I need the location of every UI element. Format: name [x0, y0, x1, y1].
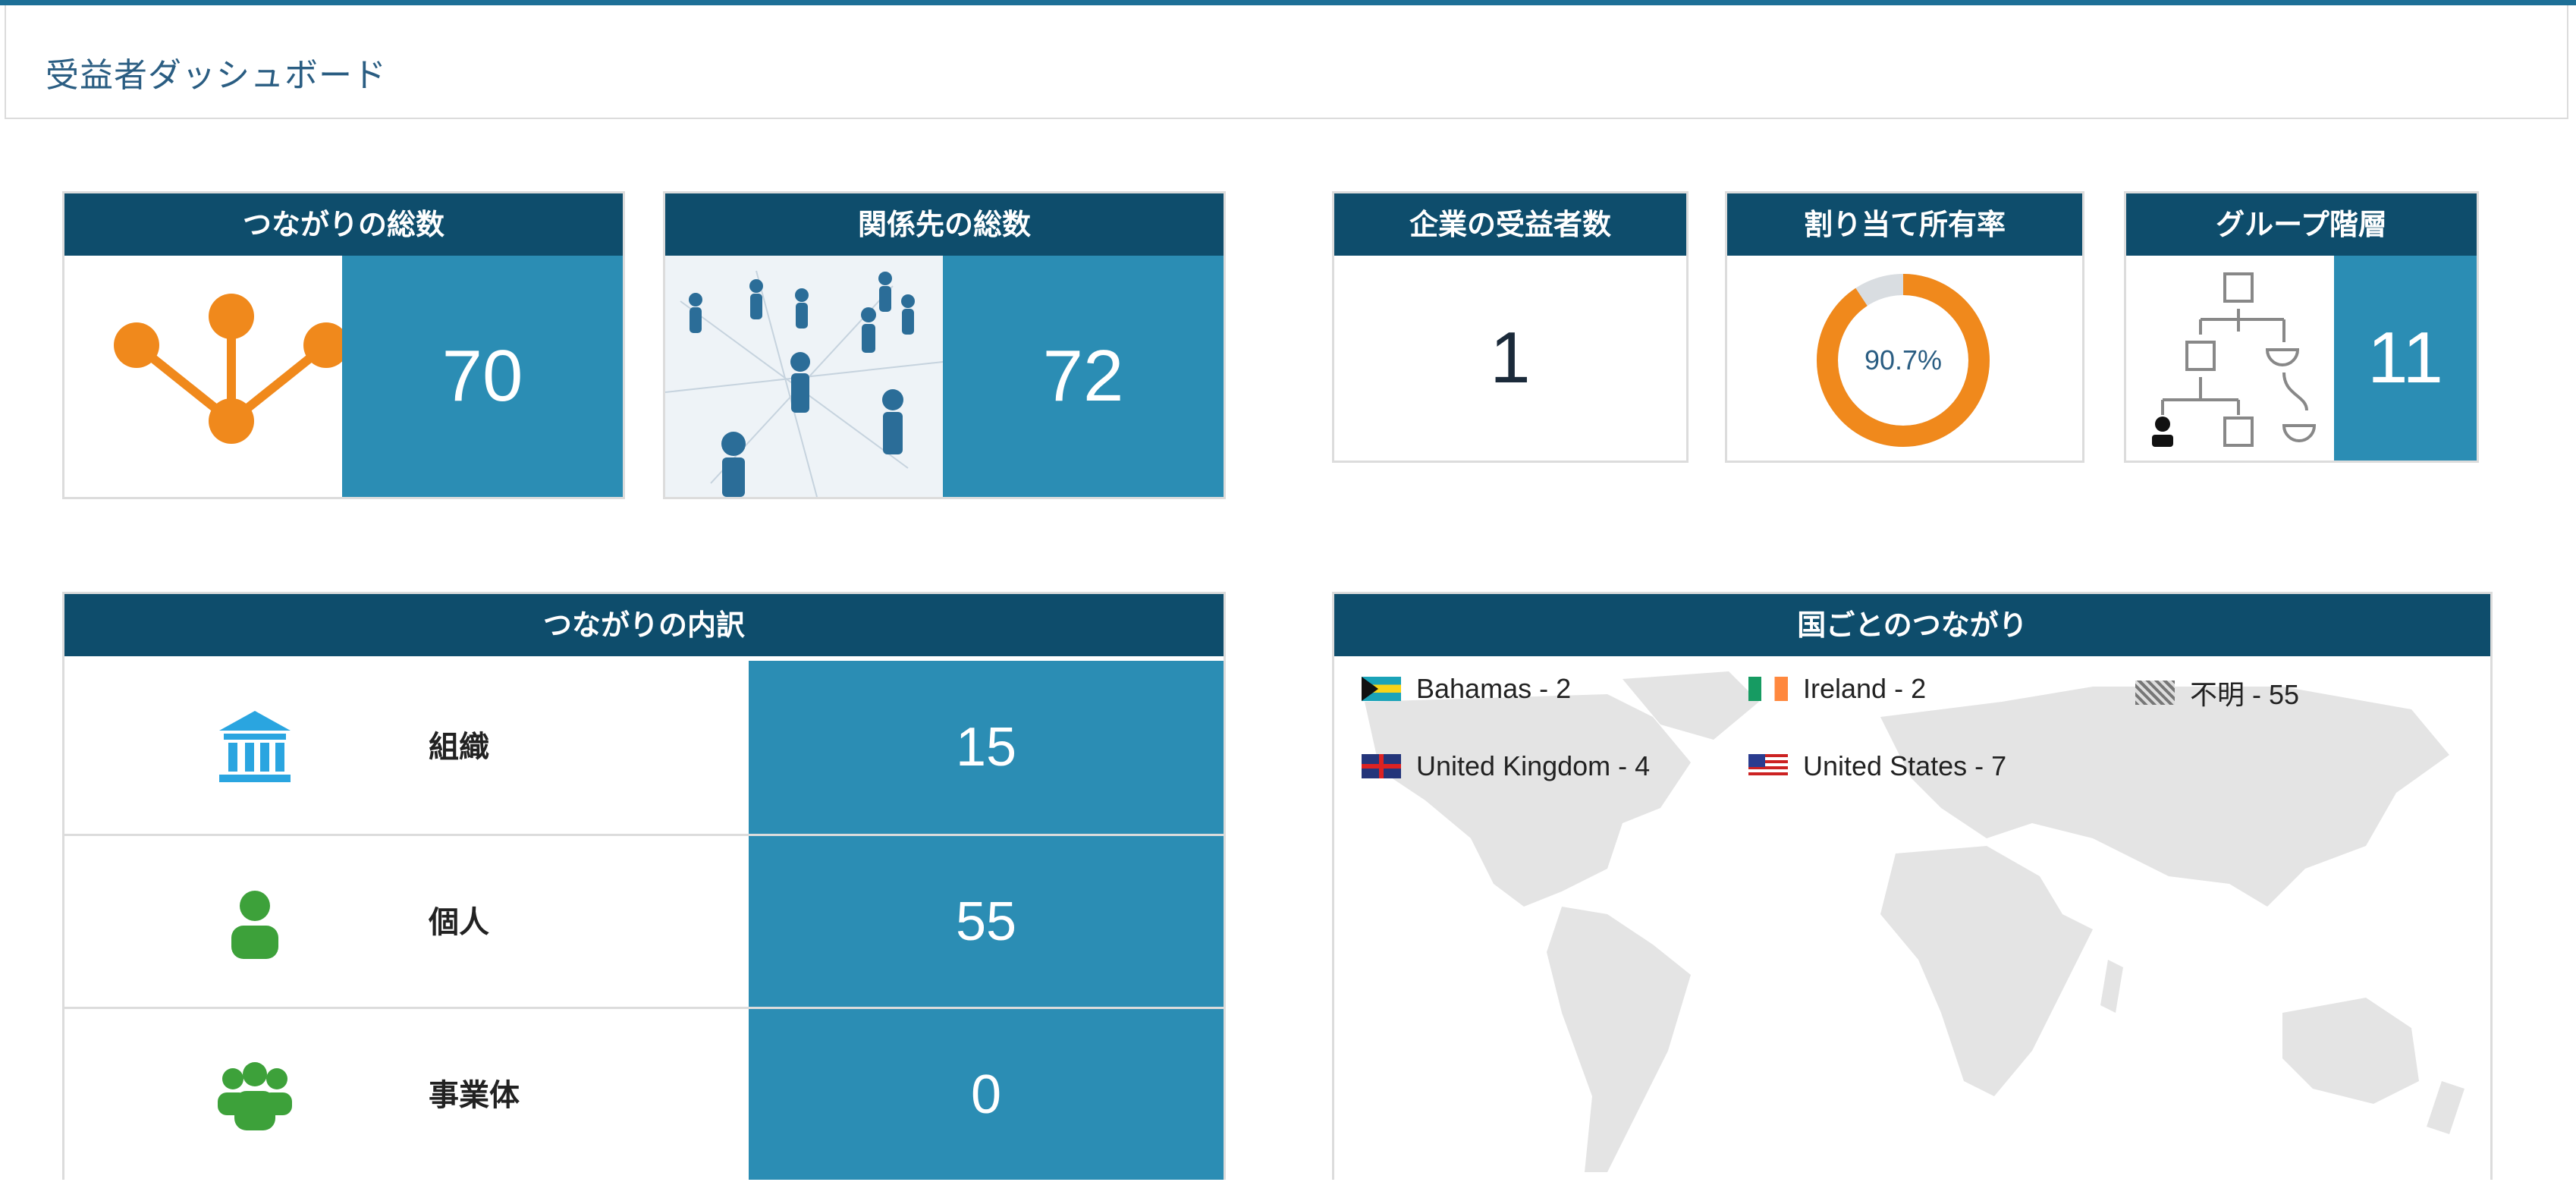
page-header: 受益者ダッシュボード [5, 5, 2568, 119]
breakdown-row-entity[interactable]: 事業体 0 [64, 1007, 1224, 1180]
row-label: 個人 [429, 905, 489, 940]
unknown-flag-icon [2135, 681, 2175, 705]
group-icon [218, 1062, 292, 1130]
world-map [1365, 671, 2464, 1172]
legend-label: United States - 7 [1803, 750, 2007, 781]
page-title: 受益者ダッシュボード [46, 56, 387, 95]
relations-total-value: 72 [943, 256, 1224, 497]
person-icon [231, 891, 278, 959]
row-value: 55 [749, 836, 1224, 1007]
connections-total-card[interactable]: つながりの総数 70 [62, 191, 625, 499]
us-flag-icon [1748, 754, 1788, 778]
connections-total-value: 70 [342, 256, 623, 497]
card-title: つながりの総数 [64, 193, 623, 256]
legend-item-bahamas[interactable]: Bahamas - 2 [1362, 673, 1571, 705]
bank-icon [219, 711, 291, 782]
breakdown-row-organization[interactable]: 組織 15 [64, 661, 1224, 834]
group-hierarchy-value: 11 [2334, 256, 2477, 461]
hierarchy-icon [2152, 272, 2317, 447]
legend-item-unknown[interactable]: 不明 - 55 [2135, 673, 2299, 712]
breakdown-row-individual[interactable]: 個人 55 [64, 834, 1224, 1007]
card-title: グループ階層 [2126, 193, 2477, 256]
card-title: つながりの内訳 [64, 594, 1224, 656]
donut-percent-label: 90.7% [1864, 344, 1942, 376]
allocated-ownership-card[interactable]: 割り当て所有率 90.7% [1725, 191, 2084, 463]
legend-label: 不明 - 55 [2190, 679, 2300, 710]
row-value: 15 [749, 661, 1224, 834]
corporate-beneficiaries-card[interactable]: 企業の受益者数 1 [1332, 191, 1689, 463]
row-label: 組織 [429, 730, 489, 765]
bahamas-flag-icon [1362, 677, 1401, 701]
ireland-flag-icon [1748, 677, 1788, 701]
card-title: 関係先の総数 [665, 193, 1224, 256]
connections-by-country-card: 国ごとのつながり Bahamas - 2 Ireland - 2 不明 - 55 [1332, 592, 2493, 1180]
ownership-donut-chart: 90.7% [1817, 274, 1990, 447]
row-label: 事業体 [429, 1078, 520, 1113]
legend-label: Bahamas - 2 [1416, 673, 1572, 704]
legend-item-us[interactable]: United States - 7 [1748, 750, 2006, 782]
legend-item-ireland[interactable]: Ireland - 2 [1748, 673, 1926, 705]
network-icon [114, 294, 349, 444]
legend-label: Ireland - 2 [1803, 673, 1927, 704]
legend-label: United Kingdom - 4 [1416, 750, 1651, 781]
card-title: 国ごとのつながり [1334, 594, 2490, 656]
group-hierarchy-card[interactable]: グループ階層 11 [2124, 191, 2479, 463]
corporate-beneficiaries-value: 1 [1490, 317, 1531, 398]
top-accent-line [0, 0, 2576, 5]
uk-flag-icon [1362, 754, 1401, 778]
legend-item-uk[interactable]: United Kingdom - 4 [1362, 750, 1650, 782]
row-value: 0 [749, 1009, 1224, 1180]
card-title: 割り当て所有率 [1727, 193, 2082, 256]
connections-breakdown-card: つながりの内訳 組織 15 個人 55 事業体 0 [62, 592, 1226, 1180]
card-title: 企業の受益者数 [1334, 193, 1686, 256]
people-network-icon [665, 256, 943, 497]
relations-total-card[interactable]: 関係先の総数 72 [663, 191, 1226, 499]
